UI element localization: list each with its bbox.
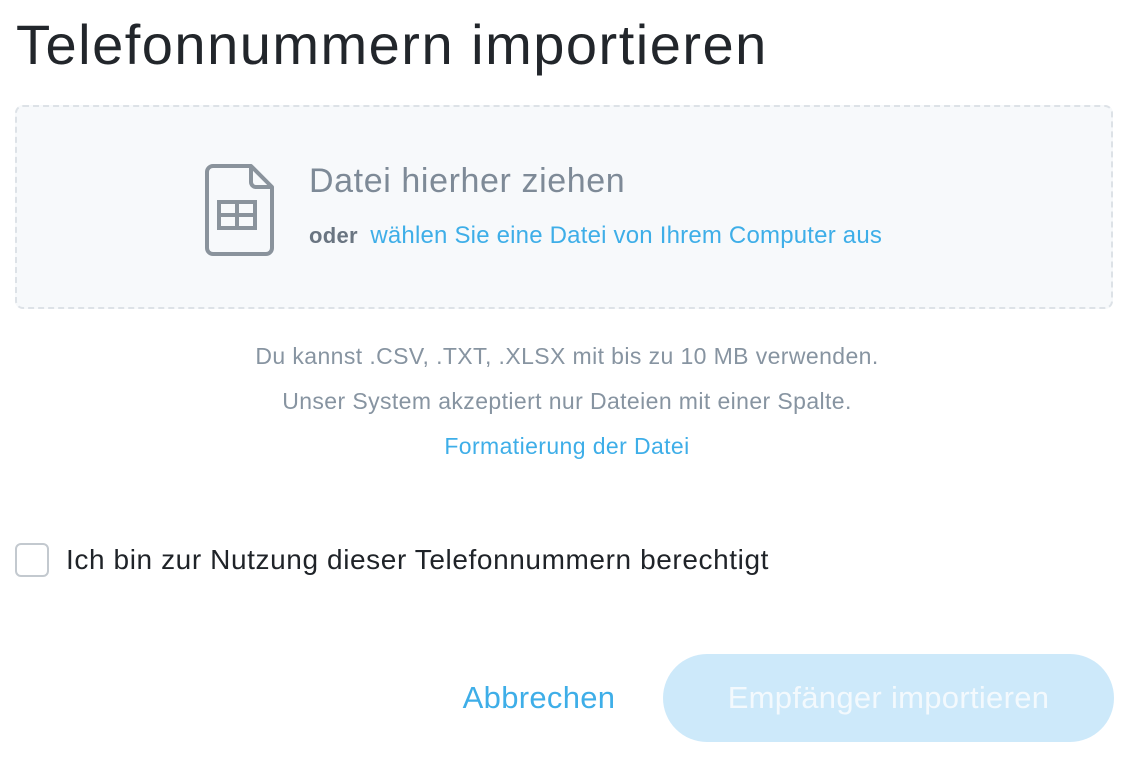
consent-checkbox-label[interactable]: Ich bin zur Nutzung dieser Telefonnummer…: [66, 544, 769, 576]
consent-checkbox-row[interactable]: Ich bin zur Nutzung dieser Telefonnummer…: [15, 543, 769, 577]
single-column-info: Unser System akzeptiert nur Dateien mit …: [282, 388, 852, 414]
consent-checkbox[interactable]: [15, 543, 49, 577]
or-label: oder: [309, 223, 358, 248]
file-format-link[interactable]: Formatierung der Datei: [0, 431, 1134, 461]
dialog-title: Telefonnummern importieren: [16, 13, 768, 76]
dropzone-title: Datei hierher ziehen: [309, 162, 626, 200]
spreadsheet-file-icon: [205, 164, 274, 256]
import-recipients-button[interactable]: Empfänger importieren: [663, 654, 1114, 742]
cancel-button[interactable]: Abbrechen: [440, 662, 638, 734]
choose-file-link[interactable]: wählen Sie eine Datei von Ihrem Computer…: [370, 222, 882, 249]
file-dropzone[interactable]: Datei hierher ziehen oder wählen Sie ein…: [15, 105, 1113, 309]
dropzone-subtitle: oder wählen Sie eine Datei von Ihrem Com…: [309, 221, 882, 254]
file-types-info: Du kannst .CSV, .TXT, .XLSX mit bis zu 1…: [255, 343, 879, 369]
